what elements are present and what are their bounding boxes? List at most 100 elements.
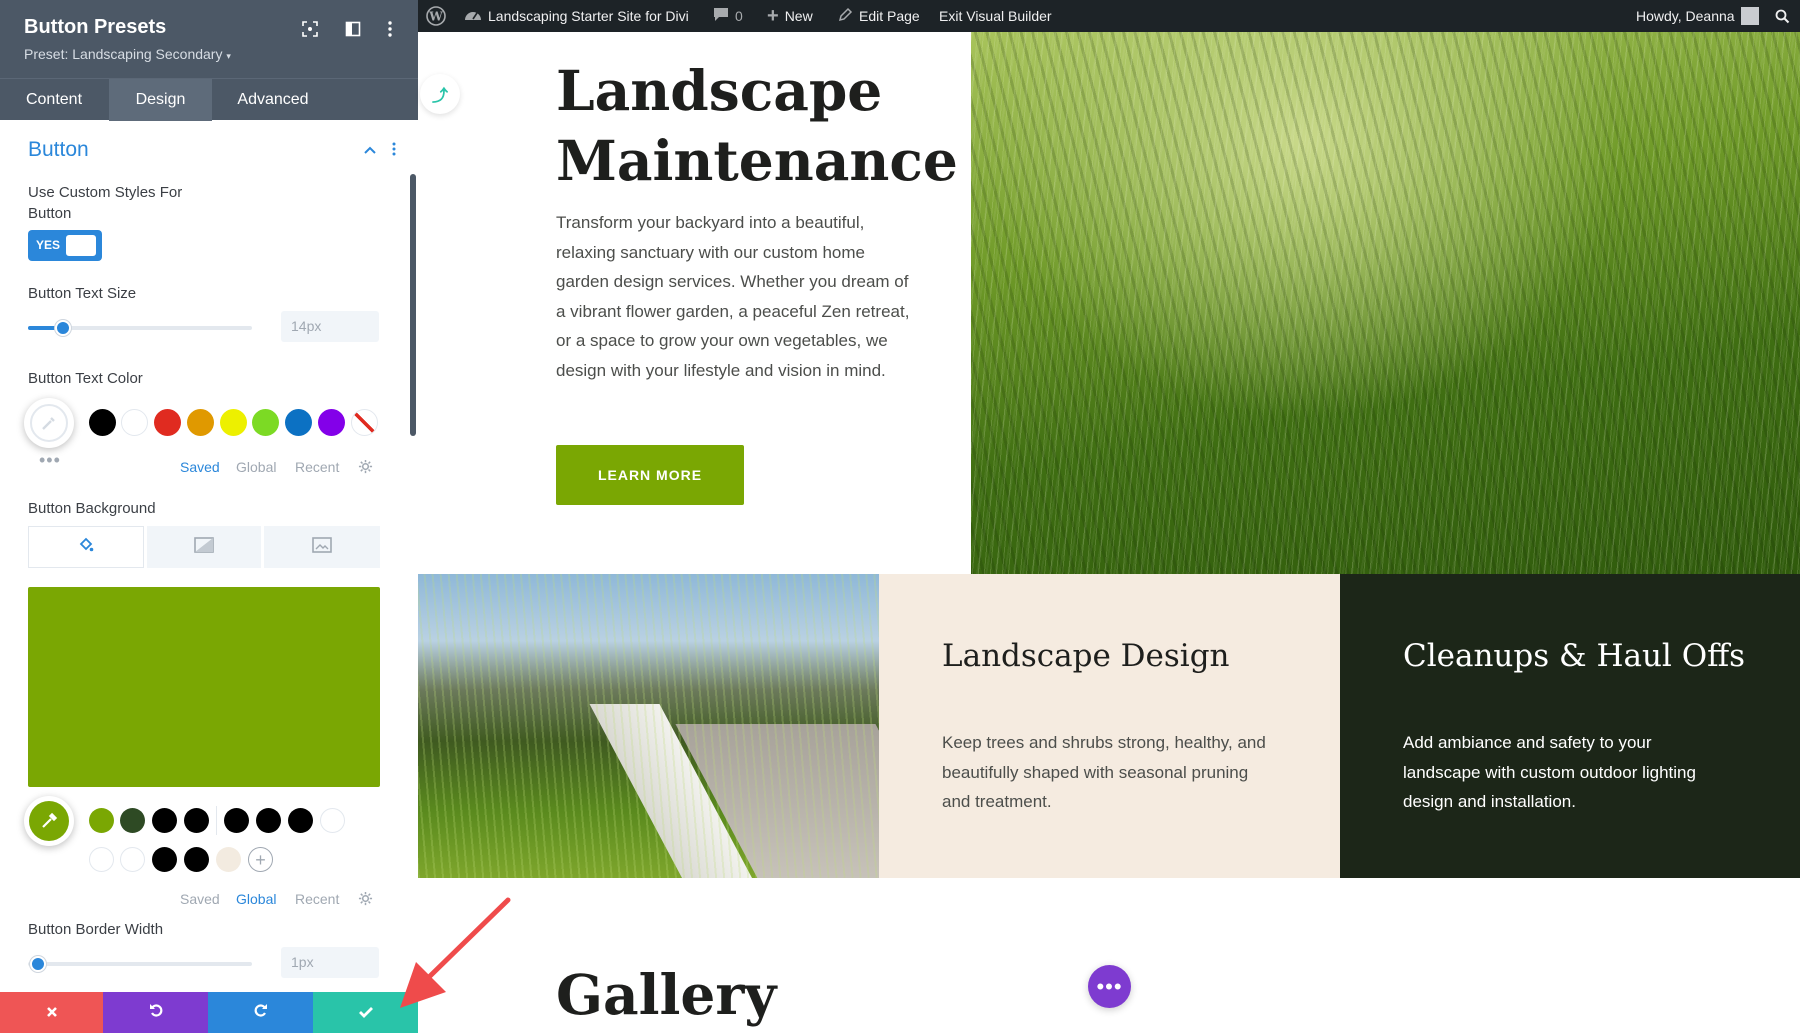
custom-styles-label: Use Custom Styles For Button [28, 182, 182, 224]
user-menu[interactable]: Howdy, Deanna [1636, 0, 1759, 32]
text-size-slider-handle[interactable] [55, 320, 71, 336]
hero-heading-line2: Maintenance [556, 128, 958, 193]
swatch-black[interactable] [89, 409, 116, 436]
border-width-slider-handle[interactable] [30, 956, 46, 972]
eyedropper-icon [30, 404, 68, 442]
swatch-bg-10[interactable] [120, 847, 145, 872]
edit-page-link[interactable]: Edit Page [838, 0, 920, 32]
landscape-design-title: Landscape Design [942, 638, 1230, 674]
swatch-tab-global[interactable]: Global [236, 459, 276, 475]
swatch-blue[interactable] [285, 409, 312, 436]
mowing-photo [418, 574, 879, 878]
swatch-green[interactable] [252, 409, 279, 436]
border-width-input[interactable]: 1px [281, 947, 379, 978]
gear-icon[interactable] [358, 891, 373, 911]
redo-button[interactable] [208, 992, 313, 1033]
gradient-icon [194, 537, 214, 557]
border-width-label: Button Border Width [28, 921, 164, 938]
swatch-tab-saved[interactable]: Saved [180, 459, 220, 475]
gear-icon[interactable] [358, 459, 373, 479]
text-size-label: Button Text Size [28, 285, 137, 302]
text-color-label: Button Text Color [28, 370, 143, 387]
plus-icon: + [767, 4, 779, 27]
section-title[interactable]: Button [28, 138, 89, 162]
tab-advanced[interactable]: Advanced [213, 79, 333, 121]
panel-scrollbar[interactable] [410, 174, 416, 436]
swatch-yellow[interactable] [220, 409, 247, 436]
more-swatches-icon[interactable]: ••• [39, 451, 61, 469]
split-view-icon[interactable] [342, 18, 364, 40]
bg-swatch-tab-saved[interactable]: Saved [180, 891, 220, 907]
avatar [1740, 7, 1759, 25]
save-button[interactable] [313, 992, 418, 1033]
wordpress-icon[interactable]: W [426, 0, 446, 32]
arrow-icon: ⤴ [431, 88, 448, 105]
cleanups-title: Cleanups & Haul Offs [1403, 638, 1746, 674]
focus-icon[interactable] [299, 18, 321, 40]
exit-visual-builder-link[interactable]: Exit Visual Builder [939, 0, 1052, 32]
kebab-menu-icon[interactable] [379, 18, 401, 40]
background-color-preview[interactable] [28, 587, 380, 787]
swatch-white[interactable] [121, 409, 148, 436]
swatch-bg-5[interactable] [224, 808, 249, 833]
photo-grass-texture [418, 574, 879, 878]
swatch-bg-11[interactable] [152, 847, 177, 872]
learn-more-button[interactable]: LEARN MORE [556, 445, 744, 505]
text-size-input[interactable]: 14px [281, 311, 379, 342]
swatch-bg-2[interactable] [120, 808, 145, 833]
swatch-none[interactable] [351, 409, 378, 436]
bg-tab-color[interactable] [28, 526, 144, 568]
search-icon[interactable] [1775, 0, 1790, 32]
cleanups-text: Add ambiance and safety to your landscap… [1403, 733, 1696, 811]
bg-tab-image[interactable] [264, 526, 380, 568]
caret-down-icon: ▾ [226, 51, 231, 61]
plus-icon[interactable]: + [248, 847, 273, 872]
bg-swatch-tab-global[interactable]: Global [236, 891, 276, 907]
background-color-picker[interactable] [24, 796, 74, 846]
comments-link[interactable]: 0 [713, 0, 743, 32]
site-name-link[interactable]: Landscaping Starter Site for Divi [464, 0, 689, 32]
border-width-slider-track[interactable] [28, 962, 252, 966]
swatch-bg-7[interactable] [288, 808, 313, 833]
cleanups-card: Cleanups & Haul Offs Add ambiance and sa… [1340, 574, 1800, 878]
more-dots-icon[interactable]: ••• [1088, 965, 1131, 1008]
admin-bar: W Landscaping Starter Site for Divi 0 + … [418, 0, 1800, 32]
custom-styles-label-line1: Use Custom Styles For [28, 184, 183, 201]
grass-photo [971, 32, 1800, 574]
preset-label: Preset: Landscaping Secondary [24, 46, 223, 62]
close-icon [46, 1002, 58, 1023]
swatch-bg-4[interactable] [184, 808, 209, 833]
swatch-bg-8[interactable] [320, 808, 345, 833]
section-menu-icon[interactable] [392, 142, 396, 161]
swatch-red[interactable] [154, 409, 181, 436]
bg-swatch-tab-recent[interactable]: Recent [295, 891, 339, 907]
undo-button[interactable] [103, 992, 208, 1033]
tab-design[interactable]: Design [109, 79, 212, 121]
toggle-knob [66, 235, 96, 256]
swatch-bg-13[interactable] [216, 847, 241, 872]
dashboard-icon [464, 7, 482, 25]
undo-icon [148, 1002, 164, 1023]
tab-content[interactable]: Content [0, 79, 108, 121]
comment-icon [713, 7, 729, 26]
swatch-bg-12[interactable] [184, 847, 209, 872]
swatch-bg-1[interactable] [89, 808, 114, 833]
swatch-bg-9[interactable] [89, 847, 114, 872]
section-edit-button[interactable]: ⤴ [420, 74, 460, 114]
panel-tabs: Content Design Advanced [0, 78, 418, 121]
swatch-orange[interactable] [187, 409, 214, 436]
chevron-up-icon[interactable] [363, 142, 377, 160]
discard-button[interactable] [0, 992, 103, 1033]
greeting: Howdy, Deanna [1636, 8, 1735, 24]
text-color-picker[interactable] [24, 398, 74, 448]
pencil-icon [838, 7, 853, 26]
bg-tab-gradient[interactable] [147, 526, 261, 568]
swatch-bg-6[interactable] [256, 808, 281, 833]
swatch-bg-3[interactable] [152, 808, 177, 833]
panel-title: Button Presets [24, 16, 167, 38]
custom-styles-toggle[interactable]: YES [28, 230, 102, 261]
preset-selector[interactable]: Preset: Landscaping Secondary ▾ [24, 46, 231, 62]
new-content-link[interactable]: + New [767, 0, 813, 32]
swatch-purple[interactable] [318, 409, 345, 436]
swatch-tab-recent[interactable]: Recent [295, 459, 339, 475]
